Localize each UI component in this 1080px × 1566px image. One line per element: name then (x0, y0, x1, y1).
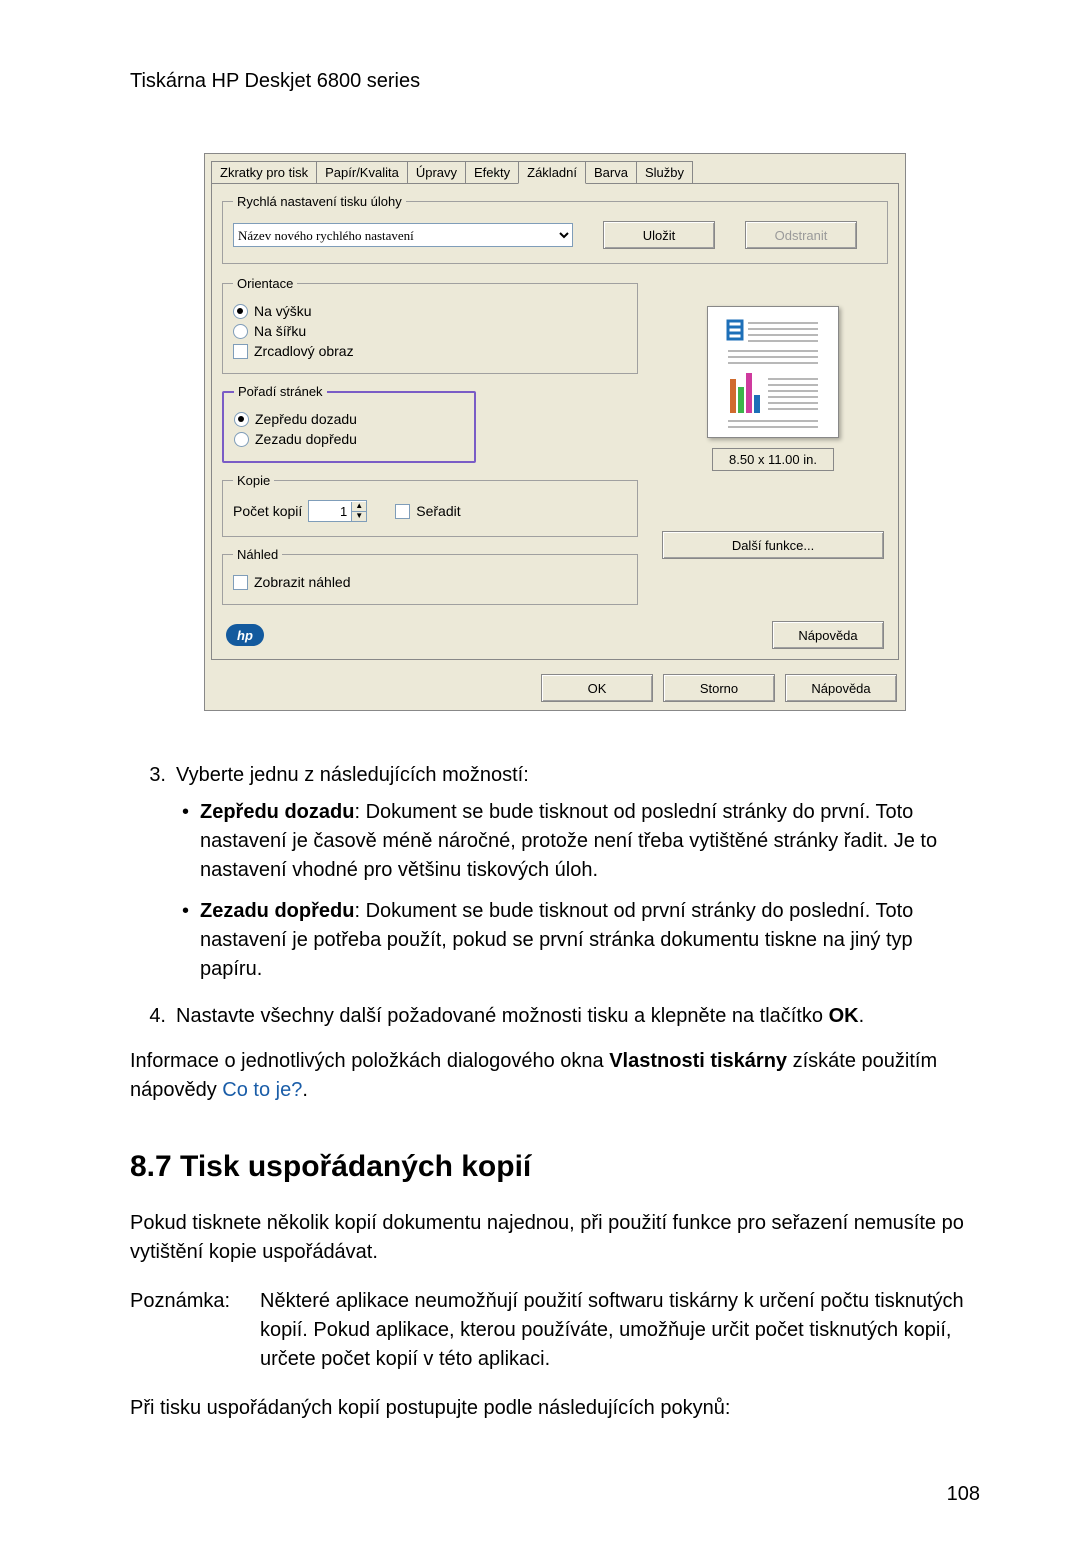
tab-shortcuts[interactable]: Zkratky pro tisk (211, 161, 317, 184)
step3-text: Vyberte jednu z následujících možností: (176, 764, 529, 786)
show-preview-label: Zobrazit náhled (254, 574, 351, 590)
quick-settings-legend: Rychlá nastavení tisku úlohy (233, 194, 406, 209)
delete-button: Odstranit (745, 221, 857, 249)
page-dimensions: 8.50 x 11.00 in. (712, 448, 834, 471)
preview-legend: Náhled (233, 547, 282, 562)
page-preview-icon (708, 307, 838, 437)
step-number-3: 3. (130, 761, 176, 996)
page-number: 108 (130, 1483, 980, 1506)
note-label: Poznámka: (130, 1287, 260, 1374)
quick-settings-group: Rychlá nastavení tisku úlohy Název novéh… (222, 194, 888, 264)
cancel-button[interactable]: Storno (663, 674, 775, 702)
save-button[interactable]: Uložit (603, 221, 715, 249)
bullet-back-to-front: Zezadu dopředu: Dokument se bude tisknou… (176, 897, 980, 984)
order-back-radio[interactable] (234, 432, 249, 447)
order-front-radio[interactable] (234, 412, 249, 427)
order-front-label: Zepředu dozadu (255, 411, 357, 427)
section-heading: 8.7 Tisk uspořádaných kopií (130, 1145, 980, 1189)
collate-checkbox[interactable] (395, 504, 410, 519)
page-preview (707, 306, 839, 438)
info-paragraph: Informace o jednotlivých položkách dialo… (130, 1047, 980, 1105)
tab-finishing[interactable]: Úpravy (407, 161, 466, 184)
closing-line: Při tisku uspořádaných kopií postupujte … (130, 1394, 980, 1423)
help-side-button[interactable]: Nápověda (772, 621, 884, 649)
hp-logo-icon: hp (226, 624, 264, 646)
orientation-landscape-radio[interactable] (233, 324, 248, 339)
copies-label: Počet kopií (233, 503, 302, 519)
tab-color[interactable]: Barva (585, 161, 637, 184)
section-intro: Pokud tisknete několik kopií dokumentu n… (130, 1209, 980, 1267)
page-order-legend: Pořadí stránek (234, 384, 327, 399)
more-features-button[interactable]: Další funkce... (662, 531, 884, 559)
help-button[interactable]: Nápověda (785, 674, 897, 702)
order-back-label: Zezadu dopředu (255, 431, 357, 447)
mirror-label: Zrcadlový obraz (254, 343, 354, 359)
copies-value: 1 (309, 504, 351, 519)
spinner-down-icon[interactable]: ▼ (352, 512, 366, 521)
step-number-4: 4. (130, 1002, 176, 1031)
tabstrip: Zkratky pro tisk Papír/Kvalita Úpravy Ef… (205, 154, 905, 183)
collate-label: Seřadit (416, 503, 460, 519)
tab-effects[interactable]: Efekty (465, 161, 519, 184)
orientation-portrait-radio[interactable] (233, 304, 248, 319)
tab-services[interactable]: Služby (636, 161, 693, 184)
mirror-checkbox[interactable] (233, 344, 248, 359)
page-order-group: Pořadí stránek Zepředu dozadu Zezadu dop… (222, 384, 476, 463)
orientation-landscape-label: Na šířku (254, 323, 306, 339)
what-is-this-link[interactable]: Co to je? (222, 1079, 302, 1101)
step4-text: Nastavte všechny další požadované možnos… (176, 1002, 980, 1031)
print-properties-dialog: Zkratky pro tisk Papír/Kvalita Úpravy Ef… (204, 153, 906, 711)
note-body: Některé aplikace neumožňují použití soft… (260, 1287, 980, 1374)
quick-settings-select[interactable]: Název nového rychlého nastavení (233, 223, 573, 247)
document-header: Tiskárna HP Deskjet 6800 series (130, 70, 980, 93)
spinner-up-icon[interactable]: ▲ (352, 502, 366, 512)
copies-legend: Kopie (233, 473, 274, 488)
orientation-portrait-label: Na výšku (254, 303, 312, 319)
copies-spinner[interactable]: 1 ▲ ▼ (308, 500, 367, 522)
show-preview-checkbox[interactable] (233, 575, 248, 590)
preview-group: Náhled Zobrazit náhled (222, 547, 638, 605)
orientation-legend: Orientace (233, 276, 297, 291)
bullet-front-to-back: Zepředu dozadu: Dokument se bude tisknou… (176, 798, 980, 885)
tab-basic[interactable]: Základní (518, 161, 586, 184)
ok-button[interactable]: OK (541, 674, 653, 702)
tab-paper-quality[interactable]: Papír/Kvalita (316, 161, 408, 184)
copies-group: Kopie Počet kopií 1 ▲ ▼ (222, 473, 638, 537)
orientation-group: Orientace Na výšku Na šířku Zrcadlový ob… (222, 276, 638, 374)
